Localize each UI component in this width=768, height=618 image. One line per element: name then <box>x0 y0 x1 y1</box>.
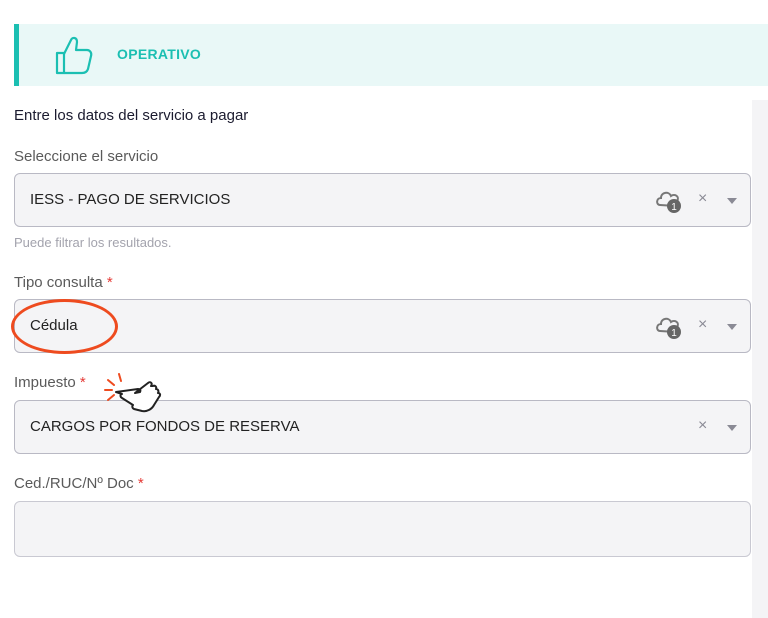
impuesto-value: CARGOS POR FONDOS DE RESERVA <box>30 418 300 435</box>
service-label: Seleccione el servicio <box>14 148 159 165</box>
impuesto-clear-icon[interactable]: × <box>698 417 707 435</box>
page-scroll-edge <box>752 100 768 618</box>
svg-text:1: 1 <box>671 328 677 339</box>
required-marker: * <box>106 274 113 291</box>
service-help-text: Puede filtrar los resultados. <box>14 235 172 250</box>
impuesto-label-text: Impuesto <box>14 374 76 391</box>
tipo-consulta-label: Tipo consulta * <box>14 274 113 291</box>
status-label: OPERATIVO <box>117 46 202 62</box>
required-marker: * <box>137 475 144 492</box>
impuesto-chevron-down-icon[interactable] <box>727 425 737 431</box>
form-heading: Entre los datos del servicio a pagar <box>14 107 249 124</box>
tipo-consulta-clear-icon[interactable]: × <box>698 316 707 334</box>
cloud-badge-icon: 1 <box>656 317 681 339</box>
service-chevron-down-icon[interactable] <box>727 198 737 204</box>
service-clear-icon[interactable]: × <box>698 190 707 208</box>
documento-label: Ced./RUC/Nº Doc * <box>14 475 144 492</box>
tipo-consulta-chevron-down-icon[interactable] <box>727 324 737 330</box>
highlight-annotation <box>11 299 118 354</box>
service-select[interactable]: IESS - PAGO DE SERVICIOS 1 × <box>14 173 751 227</box>
svg-text:1: 1 <box>671 202 677 213</box>
tipo-consulta-label-text: Tipo consulta <box>14 274 103 291</box>
pointing-hand-icon <box>104 373 162 413</box>
tipo-consulta-select[interactable]: Cédula 1 × <box>14 299 751 353</box>
documento-input[interactable] <box>14 501 751 557</box>
documento-label-text: Ced./RUC/Nº Doc <box>14 475 134 492</box>
cloud-badge-icon: 1 <box>656 191 681 213</box>
service-value: IESS - PAGO DE SERVICIOS <box>30 191 231 208</box>
required-marker: * <box>79 374 86 391</box>
impuesto-label: Impuesto * <box>14 374 86 391</box>
status-banner: OPERATIVO <box>14 24 768 86</box>
thumbs-up-icon <box>55 36 93 75</box>
